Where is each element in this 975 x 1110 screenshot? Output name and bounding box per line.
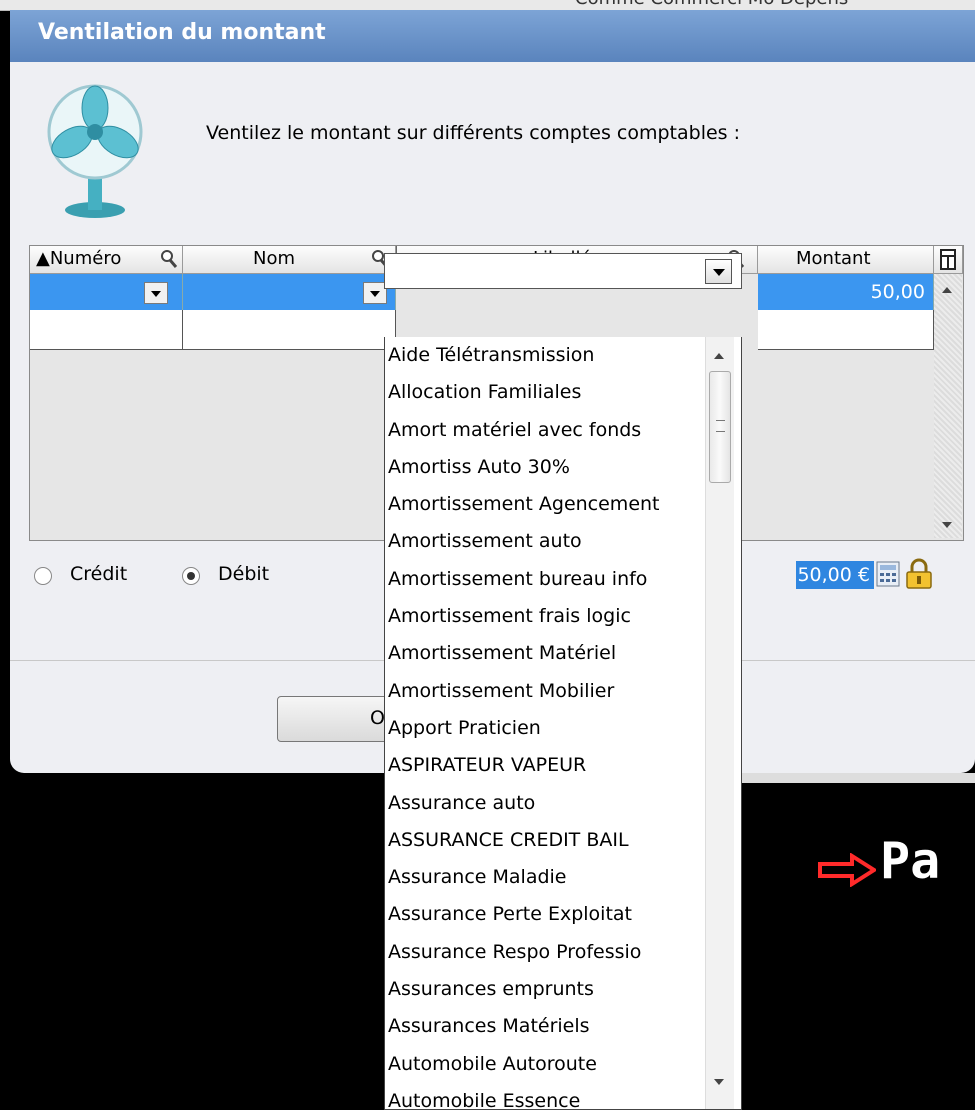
search-icon[interactable] xyxy=(160,249,178,269)
cell-numero[interactable] xyxy=(30,274,183,310)
scroll-thumb[interactable] xyxy=(709,371,731,483)
dropdown-item[interactable]: Assurance Respo Professio xyxy=(385,934,705,971)
column-chooser-icon xyxy=(940,249,956,270)
credit-label: Crédit xyxy=(70,563,128,585)
dropdown-item[interactable]: ASSURANCE CREDIT BAIL xyxy=(385,822,705,859)
dropdown-item[interactable]: Assurances emprunts xyxy=(385,971,705,1008)
scroll-down-icon[interactable] xyxy=(942,522,952,528)
dropdown-item[interactable]: Automobile Essence xyxy=(385,1083,705,1109)
column-chooser-button[interactable] xyxy=(934,246,963,274)
background-window-text: Comme Commerci Mo Depens xyxy=(575,0,848,9)
chevron-down-icon[interactable] xyxy=(705,259,732,284)
dropdown-item[interactable]: Assurance Maladie xyxy=(385,859,705,896)
empty-cell[interactable] xyxy=(758,310,934,350)
grid-scrollbar[interactable] xyxy=(934,274,962,538)
cell-montant[interactable]: 50,00 xyxy=(758,274,934,310)
column-header-montant[interactable]: Montant xyxy=(758,246,934,274)
dropdown-item[interactable]: Amortissement auto xyxy=(385,523,705,560)
column-label-montant: Montant xyxy=(796,248,871,269)
column-label-nom: Nom xyxy=(253,248,296,269)
libelle-dropdown-list: Aide Télétransmission Allocation Familial… xyxy=(384,337,742,1110)
dropdown-item[interactable]: Apport Praticien xyxy=(385,710,705,747)
column-label-numero: Numéro xyxy=(49,248,122,269)
total-amount: 50,00 € xyxy=(796,561,874,589)
credit-radio[interactable] xyxy=(34,567,52,585)
scroll-up-icon[interactable] xyxy=(714,353,724,359)
dropdown-item[interactable]: Amortissement bureau info xyxy=(385,561,705,598)
dropdown-scrollbar[interactable] xyxy=(705,337,734,1109)
column-header-nom[interactable]: Nom xyxy=(183,246,396,274)
debit-label: Débit xyxy=(218,563,270,585)
cell-nom[interactable] xyxy=(183,274,396,310)
scroll-down-icon[interactable] xyxy=(714,1079,724,1085)
calculator-icon[interactable] xyxy=(876,561,900,587)
lock-icon[interactable] xyxy=(904,558,934,590)
dialog-title: Ventilation du montant xyxy=(38,20,326,45)
dropdown-item[interactable]: Amortissement Agencement xyxy=(385,486,705,523)
dropdown-item[interactable]: Amortissement Mobilier xyxy=(385,673,705,710)
dropdown-items: Aide Télétransmission Allocation Familial… xyxy=(385,337,705,1109)
dropdown-item[interactable]: Assurance auto xyxy=(385,785,705,822)
empty-cell[interactable] xyxy=(183,310,396,350)
dropdown-item[interactable]: Assurance Perte Exploitat xyxy=(385,896,705,933)
fan-icon xyxy=(47,84,143,218)
overlay-caption: Pa xyxy=(880,832,941,890)
debit-radio[interactable] xyxy=(182,567,200,585)
arrow-right-icon xyxy=(818,853,876,887)
dropdown-item[interactable]: Allocation Familiales xyxy=(385,374,705,411)
empty-cell[interactable] xyxy=(30,310,183,350)
background-window-bottom xyxy=(740,773,975,783)
dropdown-item[interactable]: Aide Télétransmission xyxy=(385,337,705,374)
instruction-text: Ventilez le montant sur différents compt… xyxy=(206,122,741,144)
dropdown-item[interactable]: Amortissement Matériel xyxy=(385,635,705,672)
dropdown-item[interactable]: Amort matériel avec fonds xyxy=(385,412,705,449)
libelle-combobox: Aide Télétransmission Allocation Familial… xyxy=(384,253,744,1110)
dialog-titlebar[interactable]: Ventilation du montant xyxy=(10,10,975,62)
scroll-up-icon[interactable] xyxy=(942,287,952,293)
numero-dropdown-button[interactable] xyxy=(144,282,168,304)
dropdown-item[interactable]: Amortissement frais logic xyxy=(385,598,705,635)
column-header-numero[interactable]: ▲Numéro xyxy=(30,246,183,274)
dropdown-item[interactable]: ASPIRATEUR VAPEUR xyxy=(385,747,705,784)
dropdown-item[interactable]: Assurances Matériels xyxy=(385,1008,705,1045)
libelle-input[interactable] xyxy=(384,253,742,289)
dropdown-item[interactable]: Amortiss Auto 30% xyxy=(385,449,705,486)
dropdown-item[interactable]: Automobile Autoroute xyxy=(385,1046,705,1083)
